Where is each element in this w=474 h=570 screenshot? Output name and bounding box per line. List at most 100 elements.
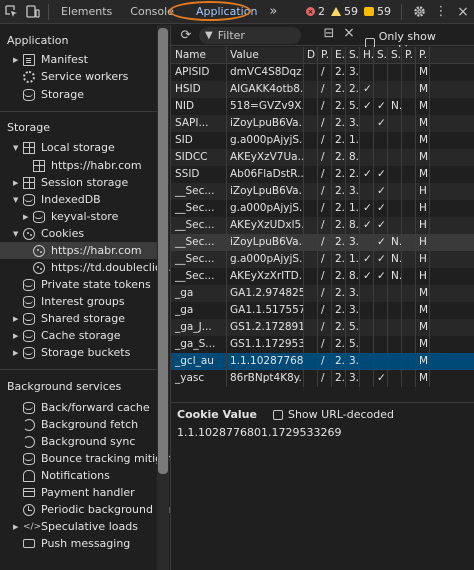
more-tabs-icon[interactable]: » — [265, 0, 281, 24]
tab-application[interactable]: Application — [182, 0, 265, 24]
database-icon — [23, 88, 35, 101]
refresh-icon[interactable]: ⟳ — [175, 28, 197, 43]
sidebar-item-cookies-doubleclick[interactable]: https://td.doubleclick.n — [33, 259, 170, 276]
clear-filtered-icon[interactable]: ⊟ — [318, 26, 340, 41]
table-cell — [374, 81, 388, 98]
table-row[interactable]: _ga_J...GS1.2.172891... /2.5. M — [171, 319, 474, 336]
sidebar-item-push-messaging[interactable]: Push messaging — [23, 535, 130, 552]
sidebar-item-cache-storage[interactable]: ▶ Cache storage — [13, 327, 121, 344]
column-header[interactable]: Name — [171, 47, 227, 63]
sidebar-item-service-workers[interactable]: Service workers — [23, 68, 128, 85]
collapse-arrow-icon[interactable]: ▼ — [13, 196, 23, 204]
issues-count[interactable]: 59 — [364, 5, 391, 18]
show-url-decoded-checkbox[interactable] — [272, 409, 283, 420]
sidebar-item-keyval-store[interactable]: ▶ keyval-store — [23, 208, 118, 225]
table-row[interactable]: __Sec...iZoyLpuB6Va... /2.3. ✓N.. H — [171, 234, 474, 251]
cookie-value-text[interactable]: 1.1.1028776801.1729533269 — [177, 426, 341, 439]
column-header[interactable]: P. — [318, 47, 332, 63]
sidebar-item-private-state-tokens[interactable]: Private state tokens — [23, 276, 151, 293]
error-count[interactable]: × 2 — [306, 5, 325, 18]
sidebar-item-notifications[interactable]: Notifications — [23, 467, 110, 484]
table-cell — [402, 183, 416, 200]
sidebar-item-manifest[interactable]: ▶ Manifest — [13, 51, 88, 68]
warning-count[interactable]: 59 — [331, 5, 358, 18]
sidebar-scrollbar-thumb[interactable] — [158, 28, 168, 474]
close-devtools-icon[interactable]: × — [452, 1, 474, 23]
more-options-icon[interactable]: ⋮ — [430, 1, 452, 23]
inspect-element-icon[interactable] — [0, 1, 22, 23]
sidebar-item-shared-storage[interactable]: ▶ Shared storage — [13, 310, 125, 327]
expand-arrow-icon[interactable]: ▶ — [13, 315, 23, 323]
device-toolbar-icon[interactable] — [22, 1, 44, 23]
table-row[interactable]: HSID AIGAKK4otb8.../2. 2. ✓ M — [171, 81, 474, 98]
sidebar-item-periodic-sync[interactable]: Periodic background sync — [23, 501, 170, 518]
expand-arrow-icon[interactable]: ▶ — [13, 56, 23, 64]
sidebar-item-back-forward-cache[interactable]: Back/forward cache — [23, 399, 150, 416]
table-row[interactable]: SIDCC AKEyXzV7Ua... /2. 8. M — [171, 149, 474, 166]
tab-elements[interactable]: Elements — [53, 0, 120, 24]
table-cell: ✓ — [360, 251, 374, 268]
table-cell: M — [416, 336, 430, 353]
table-row[interactable]: __Sec... iZoyLpuB6Va... /2. 3. ✓ H — [171, 183, 474, 200]
delete-selected-icon[interactable]: × — [338, 25, 360, 41]
column-header[interactable]: S. — [388, 47, 402, 63]
table-row[interactable]: SID g.a000pAjyjS... /2. 1. M — [171, 132, 474, 149]
table-row[interactable]: SAPI... iZoyLpuB6Va... /2. 3. ✓ M — [171, 115, 474, 132]
filter-input[interactable]: ▼ Filter — [199, 27, 301, 44]
sidebar-item-indexeddb[interactable]: ▼ IndexedDB — [13, 191, 101, 208]
table-row[interactable]: NID518=GVZv9X.../2.5.✓✓N..M — [171, 98, 474, 115]
sidebar-item-local-storage-habr[interactable]: https://habr.com — [33, 157, 142, 174]
sidebar-item-interest-groups[interactable]: Interest groups — [23, 293, 125, 310]
sidebar-item-session-storage[interactable]: ▶ Session storage — [13, 174, 128, 191]
column-header[interactable]: S. — [374, 47, 388, 63]
column-header[interactable]: P. — [402, 47, 416, 63]
table-row[interactable]: SSID Ab06FlaDstR.../2. 2. ✓ ✓ M — [171, 166, 474, 183]
sidebar-item-label: https://habr.com — [51, 159, 142, 172]
expand-arrow-icon[interactable]: ▶ — [13, 332, 23, 340]
sidebar-item-payment-handler[interactable]: Payment handler — [23, 484, 135, 501]
sidebar-item-local-storage[interactable]: ▼ Local storage — [13, 139, 115, 156]
expand-arrow-icon[interactable]: ▶ — [13, 523, 23, 531]
column-header[interactable]: D — [304, 47, 318, 63]
table-row[interactable]: _gaGA1.1.517557... /2.3. M — [171, 302, 474, 319]
table-cell: 1.1.10287768... — [227, 353, 304, 370]
column-header[interactable]: S. — [346, 47, 360, 63]
expand-arrow-icon[interactable]: ▶ — [13, 179, 23, 187]
table-cell: ✓ — [360, 81, 374, 98]
table-row[interactable]: _gcl_au1.1.10287768... /2.3. M — [171, 353, 474, 370]
table-row[interactable]: __Sec... g.a000pAjyjS.../2. 1. ✓ ✓ H — [171, 200, 474, 217]
expand-arrow-icon[interactable]: ▶ — [13, 349, 23, 357]
sidebar-item-label: Periodic background sync — [41, 503, 170, 516]
tab-console[interactable]: Console — [120, 0, 182, 24]
sidebar-item-storage-buckets[interactable]: ▶ Storage buckets — [13, 344, 130, 361]
table-cell: 3. — [346, 370, 360, 387]
column-header[interactable]: H. — [360, 47, 374, 63]
sidebar-item-background-fetch[interactable]: Background fetch — [23, 416, 138, 433]
table-cell — [388, 302, 402, 319]
table-row[interactable]: __Sec... AKEyXzUDxl5.../2. 8. ✓ ✓ H — [171, 217, 474, 234]
table-row[interactable]: __Sec...AKEyXzXrITD.../2.8.✓✓N..H — [171, 268, 474, 285]
sidebar-item-cookies-habr[interactable]: https://habr.com — [0, 242, 157, 259]
table-cell — [304, 200, 318, 217]
table-row[interactable]: APISID dmVC4S8Dqz... /2. 3. M — [171, 64, 474, 81]
gear-icon — [23, 70, 35, 83]
collapse-arrow-icon[interactable]: ▼ — [13, 230, 23, 238]
expand-arrow-icon[interactable]: ▶ — [23, 213, 33, 221]
sidebar-item-speculative-loads[interactable]: ▶ </> Speculative loads — [13, 518, 138, 535]
table-row[interactable]: _ga_S...GS1.1.172953... /2.5. M — [171, 336, 474, 353]
column-header[interactable]: P. — [416, 47, 430, 63]
sidebar-item-cookies[interactable]: ▼ Cookies — [13, 225, 84, 242]
table-row[interactable]: _gaGA1.2.974825... /2.3. M — [171, 285, 474, 302]
table-cell: 2. — [332, 132, 346, 149]
table-cell: N.. — [388, 98, 402, 115]
settings-gear-icon[interactable] — [408, 1, 430, 23]
column-header[interactable]: Value — [227, 47, 304, 63]
table-cell: M — [416, 149, 430, 166]
collapse-arrow-icon[interactable]: ▼ — [13, 144, 23, 152]
column-header[interactable]: E. — [332, 47, 346, 63]
table-row[interactable]: __Sec...g.a000pAjyjS.../2.1.✓✓N..H — [171, 251, 474, 268]
sidebar-item-storage[interactable]: Storage — [23, 86, 84, 103]
table-row[interactable]: _yasc 86rBNpt4K8y... /2. 3. ✓ M — [171, 370, 474, 387]
sidebar-item-background-sync[interactable]: Background sync — [23, 433, 135, 450]
sidebar-item-bounce-tracking[interactable]: Bounce tracking mitigatic — [23, 450, 170, 467]
